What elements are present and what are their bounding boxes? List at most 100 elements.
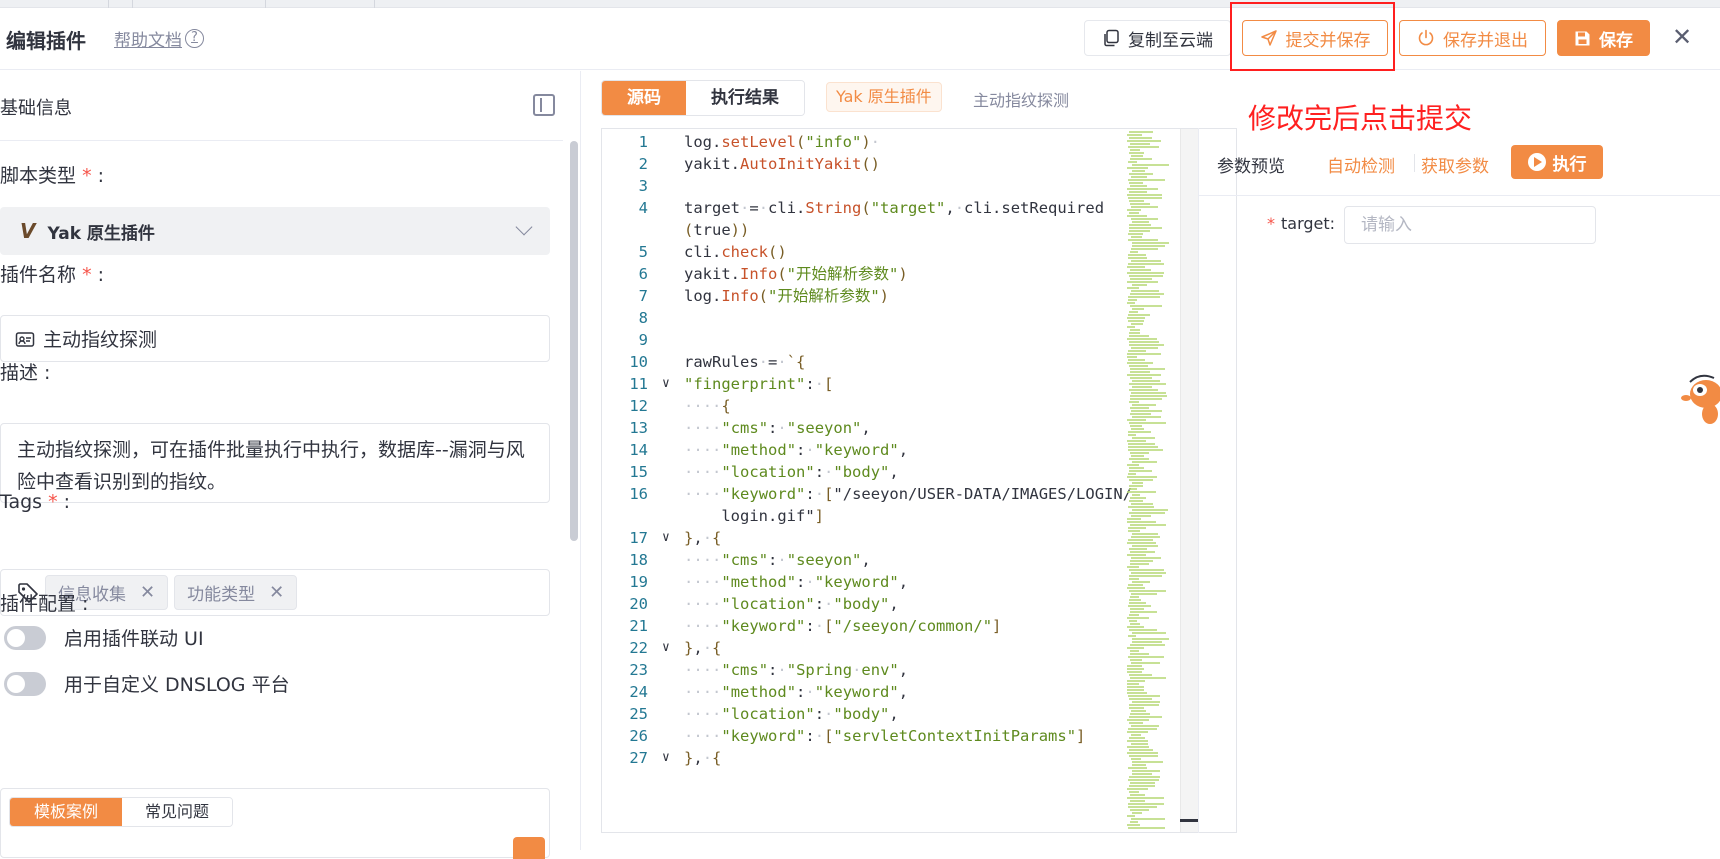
code-line[interactable]: 16 ····"keyword":·["/seeyon/USER-DATA/IMA… bbox=[602, 483, 1182, 505]
line-number: 22 bbox=[629, 639, 648, 657]
collapse-panel-icon[interactable] bbox=[533, 94, 555, 116]
code-text: log.Info("开始解析参数") bbox=[684, 287, 890, 305]
code-line[interactable]: 20 ····"location":·"body", bbox=[602, 593, 1182, 615]
target-input[interactable]: 请输入 bbox=[1344, 206, 1596, 244]
minimap-stroke bbox=[1127, 134, 1142, 136]
minimap-stroke bbox=[1129, 227, 1162, 229]
plugin-name-value: 主动指纹探测 bbox=[43, 329, 158, 351]
code-line[interactable]: 21 ····"keyword":·["/seeyon/common/"] bbox=[602, 615, 1182, 637]
minimap-stroke bbox=[1127, 542, 1156, 544]
remove-tag-icon[interactable]: ✕ bbox=[140, 582, 155, 603]
code-line[interactable]: 6 yakit.Info("开始解析参数") bbox=[602, 263, 1182, 285]
minimap-stroke bbox=[1128, 320, 1144, 322]
code-text: ····"method":·"keyword", bbox=[684, 683, 909, 701]
tab-faq[interactable]: 常见问题 bbox=[122, 798, 232, 826]
code-line[interactable]: 11 ∨ "fingerprint":·[ bbox=[602, 373, 1182, 395]
description-textarea[interactable]: 主动指纹探测，可在插件批量执行中执行，数据库--漏洞与风险中查看识别到的指纹。 bbox=[0, 423, 550, 503]
copy-icon bbox=[1104, 29, 1119, 47]
code-line[interactable]: 5 cli.check() bbox=[602, 241, 1182, 263]
editor-scrollbar[interactable] bbox=[1180, 129, 1198, 832]
minimap-stroke bbox=[1131, 572, 1166, 574]
fold-chevron-icon[interactable]: ∨ bbox=[662, 373, 670, 395]
auto-detect-link[interactable]: 自动检测 bbox=[1327, 152, 1395, 177]
code-line[interactable]: 25 ····"location":·"body", bbox=[602, 703, 1182, 725]
dnslog-toggle[interactable] bbox=[4, 671, 46, 696]
close-icon[interactable]: ✕ bbox=[1667, 22, 1697, 52]
minimap-stroke bbox=[1130, 278, 1152, 280]
help-docs-link[interactable]: 帮助文档 ? bbox=[114, 26, 204, 51]
panel-scrollbar[interactable] bbox=[570, 141, 578, 541]
remove-tag-icon[interactable]: ✕ bbox=[269, 582, 284, 603]
tab-template-examples[interactable]: 模板案例 bbox=[10, 798, 122, 826]
code-line[interactable]: 18 ····"cms":·"seeyon", bbox=[602, 549, 1182, 571]
code-line[interactable]: 3 bbox=[602, 175, 1182, 197]
minimap-stroke bbox=[1131, 818, 1165, 820]
code-line[interactable]: 12 ····{ bbox=[602, 395, 1182, 417]
template-orange-button[interactable] bbox=[513, 837, 545, 859]
minimap-stroke bbox=[1131, 290, 1159, 292]
code-line[interactable]: 13 ····"cms":·"seeyon", bbox=[602, 417, 1182, 439]
code-line[interactable]: 27 ∨},·{ bbox=[602, 747, 1182, 769]
code-line[interactable]: (true)) bbox=[602, 219, 1182, 241]
code-line[interactable]: 22 ∨},·{ bbox=[602, 637, 1182, 659]
code-line[interactable]: 26 ····"keyword":·["servletContextInitPar… bbox=[602, 725, 1182, 747]
code-text: ····"keyword":·["/seeyon/common/"] bbox=[684, 617, 1002, 635]
tab-source[interactable]: 源码 bbox=[602, 81, 686, 115]
fold-chevron-icon[interactable]: ∨ bbox=[662, 637, 670, 659]
minimap-stroke bbox=[1130, 368, 1165, 370]
code-line[interactable]: login.gif"] bbox=[602, 505, 1182, 527]
code-line[interactable]: 23 ····"cms":·"Spring·env", bbox=[602, 659, 1182, 681]
minimap-stroke bbox=[1129, 335, 1149, 337]
code-line[interactable]: 10 rawRules·=·`{ bbox=[602, 351, 1182, 373]
code-line[interactable]: 7 log.Info("开始解析参数") bbox=[602, 285, 1182, 307]
code-line[interactable]: 1 log.setLevel("info")· bbox=[602, 131, 1182, 153]
minimap-stroke bbox=[1132, 641, 1162, 643]
plugin-name-input[interactable]: 主动指纹探测 bbox=[0, 315, 550, 362]
code-line[interactable]: 17 ∨},·{ bbox=[602, 527, 1182, 549]
fold-chevron-icon[interactable]: ∨ bbox=[662, 747, 670, 769]
code-line[interactable]: 4 target·=·cli.String("target",·cli.setRe… bbox=[602, 197, 1182, 219]
code-line[interactable]: 14 ····"method":·"keyword", bbox=[602, 439, 1182, 461]
script-type-select[interactable]: V Yak 原生插件 bbox=[0, 207, 550, 255]
script-type-label: 脚本类型 * : bbox=[0, 165, 105, 187]
fold-chevron-icon[interactable]: ∨ bbox=[662, 527, 670, 549]
code-line[interactable]: 19 ····"method":·"keyword", bbox=[602, 571, 1182, 593]
code-minimap[interactable] bbox=[1127, 129, 1175, 832]
line-number: 4 bbox=[638, 199, 648, 217]
code-line[interactable]: 24 ····"method":·"keyword", bbox=[602, 681, 1182, 703]
minimap-stroke bbox=[1130, 185, 1147, 187]
save-and-exit-button[interactable]: 保存并退出 bbox=[1399, 20, 1546, 56]
minimap-stroke bbox=[1127, 356, 1137, 358]
minimap-stroke bbox=[1132, 812, 1142, 814]
code-text: ····"cms":·"seeyon", bbox=[684, 551, 871, 569]
minimap-stroke bbox=[1127, 518, 1141, 520]
minimap-stroke bbox=[1129, 716, 1162, 718]
editor-scroll-thumb[interactable] bbox=[1180, 819, 1198, 822]
minimap-stroke bbox=[1128, 584, 1143, 586]
copy-to-cloud-button[interactable]: 复制至云端 bbox=[1084, 20, 1231, 56]
minimap-stroke bbox=[1130, 425, 1142, 427]
tab-exec-result[interactable]: 执行结果 bbox=[686, 81, 804, 115]
window-tab-strip bbox=[0, 0, 1720, 8]
minimap-stroke bbox=[1127, 815, 1135, 817]
minimap-stroke bbox=[1127, 788, 1148, 790]
minimap-stroke bbox=[1127, 686, 1144, 688]
submit-and-save-button[interactable]: 提交并保存 bbox=[1242, 20, 1388, 56]
linkage-ui-toggle[interactable] bbox=[4, 625, 46, 650]
code-line[interactable]: 15 ····"location":·"body", bbox=[602, 461, 1182, 483]
code-line[interactable]: 9 bbox=[602, 329, 1182, 351]
code-editor[interactable]: 1 log.setLevel("info")· 2 yakit.AutoInitYak… bbox=[601, 128, 1237, 833]
dnslog-setting: 用于自定义 DNSLOG 平台 bbox=[4, 670, 290, 697]
run-button[interactable]: 执行 bbox=[1511, 145, 1603, 179]
minimap-stroke bbox=[1131, 557, 1161, 559]
get-params-link[interactable]: 获取参数 bbox=[1421, 152, 1489, 177]
minimap-stroke bbox=[1130, 497, 1146, 499]
code-line[interactable]: 2 yakit.AutoInitYakit() bbox=[602, 153, 1182, 175]
minimap-stroke bbox=[1130, 809, 1149, 811]
code-line[interactable]: 8 bbox=[602, 307, 1182, 329]
minimap-stroke bbox=[1128, 767, 1147, 769]
minimap-stroke bbox=[1129, 485, 1143, 487]
save-button[interactable]: 保存 bbox=[1557, 20, 1650, 56]
minimap-stroke bbox=[1128, 161, 1137, 163]
basic-info-header: 基础信息 bbox=[0, 71, 563, 141]
